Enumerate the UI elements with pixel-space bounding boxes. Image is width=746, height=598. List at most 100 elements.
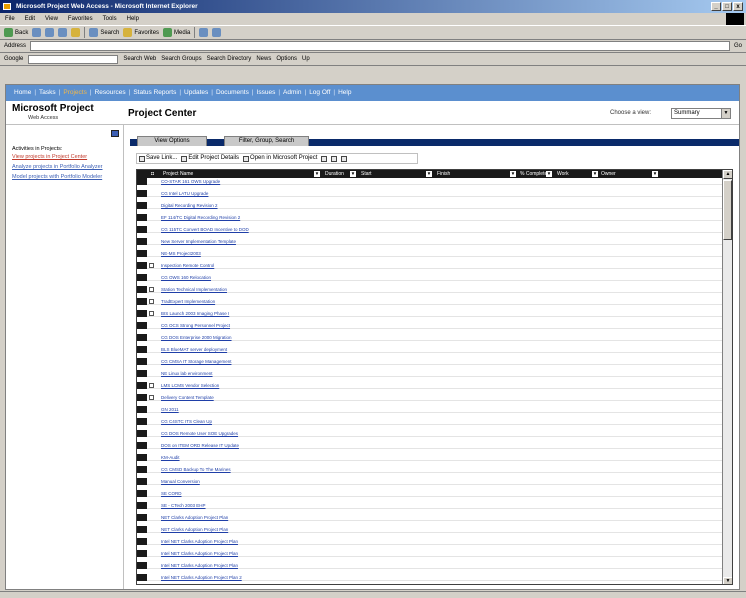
view-select[interactable]: Summary ▼ [671,108,731,119]
menu-view[interactable]: View [45,13,58,25]
close-button[interactable]: x [733,2,743,11]
project-name-link[interactable]: TradExpert Implementation [161,298,317,305]
project-name-link[interactable]: NET Clarks Adoption Project Plan [161,514,317,521]
project-name-link[interactable]: Digital Recording Revision 2 [161,202,317,209]
menu-favorites[interactable]: Favorites [68,13,93,25]
table-row[interactable]: Manual Conversion [137,478,723,485]
table-row[interactable]: CG Intel LATU Upgrade [137,190,723,197]
menu-file[interactable]: File [5,13,15,25]
table-row[interactable]: CG OCS Strong Personnel Project [137,322,723,329]
menu-edit[interactable]: Edit [25,13,35,25]
sidebar-link-portfolio-analyzer[interactable]: Analyze projects in Portfolio Analyzer [12,164,112,171]
address-input[interactable] [30,41,730,51]
scroll-down-icon[interactable]: ▼ [723,577,732,584]
sidebar-link-project-center[interactable]: View projects in Project Center [12,154,112,161]
project-name-link[interactable]: Inspection Remote Control [161,262,317,269]
nav-admin[interactable]: Admin [283,89,301,96]
nav-documents[interactable]: Documents [216,89,249,96]
project-name-link[interactable]: CG OCS Strong Personnel Project [161,322,317,329]
nav-help[interactable]: Help [338,89,351,96]
refresh-button[interactable] [58,28,68,37]
sort-dropdown-icon[interactable]: ▼ [510,171,516,177]
table-row[interactable]: Intel NET Clarks Adoption Project Plan [137,550,723,557]
nav-resources[interactable]: Resources [95,89,126,96]
search-web-button[interactable]: Search Web [123,56,156,62]
project-name-link[interactable]: CG Intel LATU Upgrade [161,190,317,197]
mail-button[interactable] [199,28,209,37]
project-name-link[interactable]: CG DOS Remote User SOE Upgrades [161,430,317,437]
table-row[interactable]: NE Linux lab environment [137,370,723,377]
table-row[interactable]: Station Technical Implementation [137,286,723,293]
tab-filter-group-search[interactable]: Filter, Group, Search [224,136,309,146]
project-name-link[interactable]: Intel NET Clarks Adoption Project Plan [161,538,317,545]
table-row[interactable]: CG OWS 160 Relocation [137,274,723,281]
table-row[interactable]: SE CORD [137,490,723,497]
nav-home[interactable]: Home [14,89,31,96]
header-checkbox-icon[interactable]: ◘ [149,170,159,178]
tab-view-options[interactable]: View Options [137,136,207,146]
table-row[interactable]: GN 2011 [137,406,723,413]
project-name-link[interactable]: Intel NET Clarks Adoption Project Plan 2 [161,574,317,581]
project-name-link[interactable]: NET Clarks Adoption Project Plan [161,526,317,533]
up-button[interactable]: Up [302,56,310,62]
column-header-duration[interactable]: Duration ▼ [323,170,357,178]
menu-help[interactable]: Help [127,13,139,25]
table-row[interactable]: Inspection Remote Control [137,262,723,269]
row-checkbox[interactable] [149,299,154,304]
project-name-link[interactable]: SE CORD [161,490,317,497]
edit-project-details-button[interactable]: Edit Project Details [181,154,239,163]
project-name-link[interactable]: Station Technical Implementation [161,286,317,293]
project-name-link[interactable]: KM-Audit [161,454,317,461]
column-header-finish[interactable]: Finish ▼ [435,170,517,178]
column-header-start[interactable]: Start ▼ [359,170,433,178]
nav-tasks[interactable]: Tasks [39,89,56,96]
maximize-button[interactable]: □ [722,2,732,11]
search-directory-button[interactable]: Search Directory [207,56,252,62]
table-row[interactable]: NET Clarks Adoption Project Plan [137,514,723,521]
nav-issues[interactable]: Issues [257,89,276,96]
project-name-link[interactable]: Manual Conversion [161,478,317,485]
table-row[interactable]: EF 114/TC Digital Recording Revision 2 [137,214,723,221]
sort-dropdown-icon[interactable]: ▼ [546,171,552,177]
forward-button[interactable] [32,28,42,37]
table-row[interactable]: Delivery Content Template [137,394,723,401]
table-row[interactable]: CG DOS Remote User SOE Upgrades [137,430,723,437]
sort-dropdown-icon[interactable]: ▼ [314,171,320,177]
project-name-link[interactable]: CO-STAR 161 OWS Upgrade [161,178,317,185]
table-row[interactable]: LMS LCMS Vendor Selection [137,382,723,389]
column-header-work[interactable]: Work ▼ [555,170,599,178]
project-name-link[interactable]: Intel NET Clarks Adoption Project Plan [161,550,317,557]
row-checkbox[interactable] [149,263,154,268]
project-name-link[interactable]: CG CMSA IT Storage Management [161,358,317,365]
column-header-owner[interactable]: Owner ▼ [599,170,659,178]
options-button[interactable]: Options [276,56,297,62]
row-checkbox[interactable] [149,383,154,388]
nav-updates[interactable]: Updates [184,89,208,96]
project-name-link[interactable]: NE Linux lab environment [161,370,317,377]
table-row[interactable]: TradExpert Implementation [137,298,723,305]
table-row[interactable]: CG 115TC Convert BOAD Incentive to DOD [137,226,723,233]
project-name-link[interactable]: CG OWS 160 Relocation [161,274,317,281]
table-row[interactable]: New Server Implementation Template [137,238,723,245]
project-name-link[interactable]: EF 114/TC Digital Recording Revision 2 [161,214,317,221]
search-button[interactable]: Search [89,28,119,37]
column-header--complete[interactable]: % Complete ▼ [518,170,553,178]
print-button[interactable] [212,28,222,37]
project-name-link[interactable]: LMS LCMS Vendor Selection [161,382,317,389]
table-row[interactable]: Intel NET Clarks Adoption Project Plan [137,538,723,545]
sort-dropdown-icon[interactable]: ▼ [350,171,356,177]
go-button[interactable]: Go [734,43,742,49]
sidebar-link-portfolio-modeler[interactable]: Model projects with Portfolio Modeler [12,174,112,181]
home-button[interactable] [71,28,81,37]
project-name-link[interactable]: Intel NET Clarks Adoption Project Plan [161,562,317,569]
row-checkbox[interactable] [149,287,154,292]
search-groups-button[interactable]: Search Groups [161,56,201,62]
table-row[interactable]: Intel NET Clarks Adoption Project Plan 2 [137,574,723,581]
minimize-button[interactable]: _ [711,2,721,11]
table-row[interactable]: CG DOS Enterprise 2000 Migration [137,334,723,341]
sort-dropdown-icon[interactable]: ▼ [426,171,432,177]
table-row[interactable]: DOS on ITEM ORD Release IT Update [137,442,723,449]
project-name-link[interactable]: SE - CTech 2003 EHP [161,502,317,509]
table-row[interactable]: CG C4STC ITS Clean Up [137,418,723,425]
table-row[interactable]: Digital Recording Revision 2 [137,202,723,209]
